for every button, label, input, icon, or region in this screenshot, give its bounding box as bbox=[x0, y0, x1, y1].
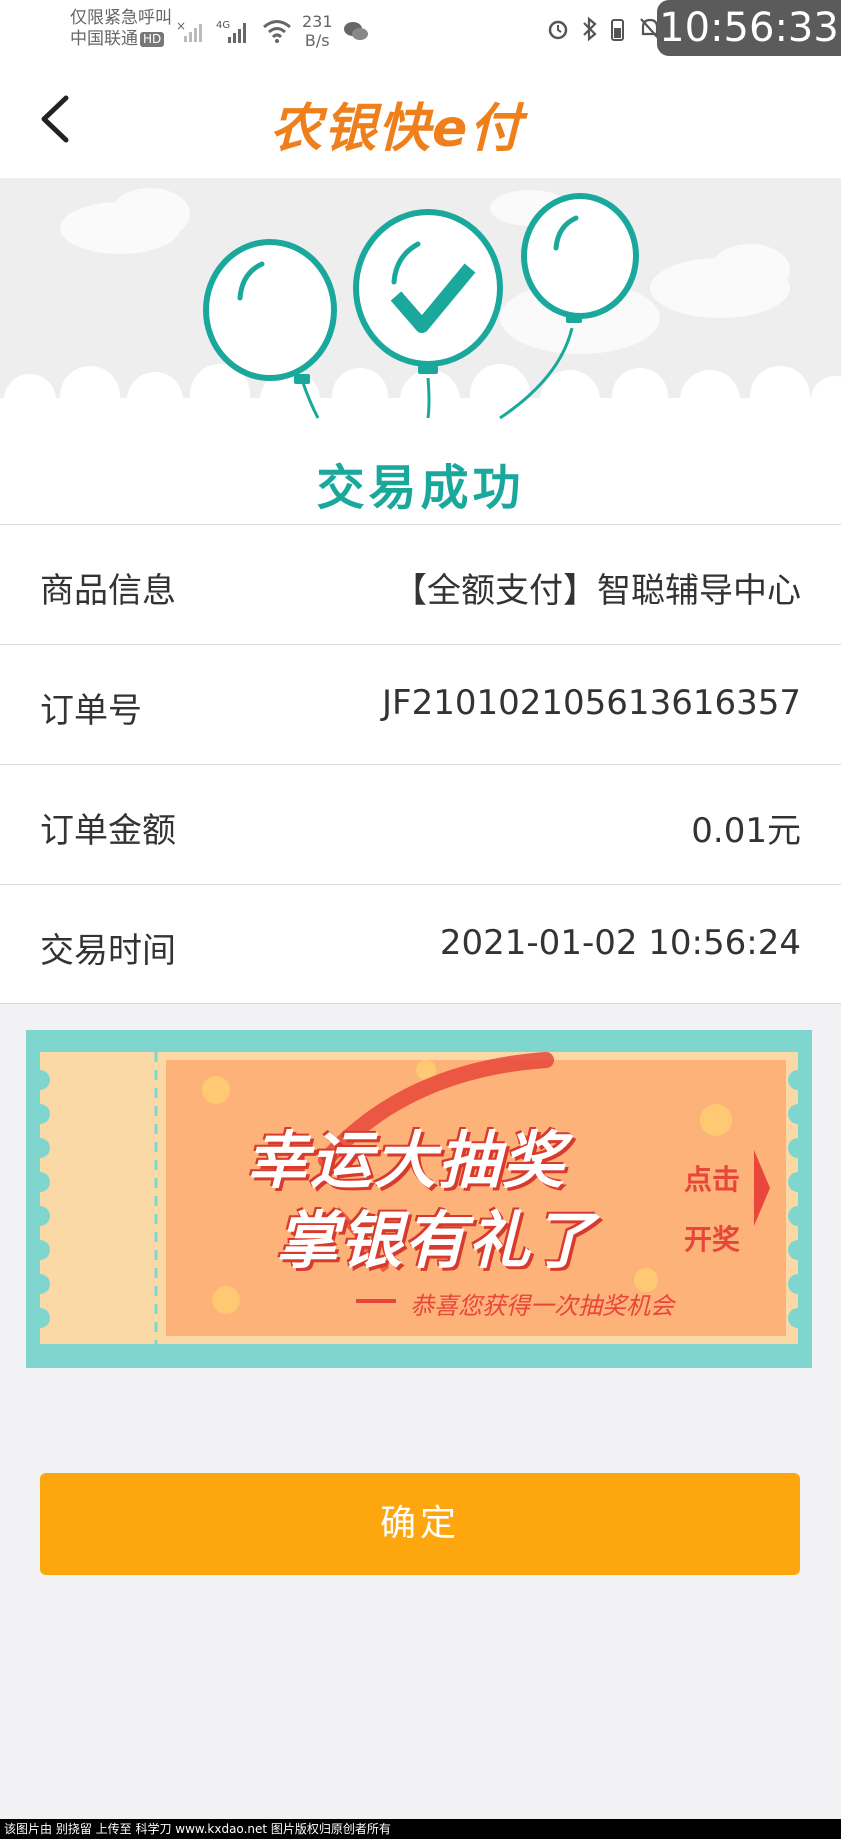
network-speed: 231 B/s bbox=[302, 12, 333, 50]
vibrate-battery-icon bbox=[611, 19, 624, 41]
success-hero: 交易成功 bbox=[0, 178, 841, 524]
hd-badge: HD bbox=[140, 31, 165, 47]
app-header: 农银快e付 bbox=[0, 58, 841, 178]
balloon-center bbox=[353, 209, 503, 374]
detail-row-order-no: 订单号 JF21010210561361635​7 bbox=[0, 644, 841, 764]
lottery-banner[interactable]: 幸运大抽奖 掌银有礼了 恭喜您获得一次抽奖机会 点击 开奖 bbox=[26, 1030, 812, 1368]
speed-unit: B/s bbox=[304, 31, 330, 50]
wifi-icon bbox=[263, 20, 291, 43]
detail-value: 【全额支付】智聪辅导中心 bbox=[393, 571, 801, 611]
detail-row-product: 商品信息 【全额支付】智聪辅导中心 bbox=[0, 524, 841, 644]
signal-off-icon: × bbox=[176, 19, 202, 42]
speed-value: 231 bbox=[302, 12, 333, 31]
order-details: 商品信息 【全额支付】智聪辅导中心 订单号 JF2101021056136163… bbox=[0, 524, 841, 1004]
lottery-title-line2: 掌银有礼了 bbox=[276, 1204, 597, 1277]
lottery-cta-line1: 点击 bbox=[684, 1163, 741, 1196]
detail-label: 订单金额 bbox=[40, 811, 176, 851]
status-icons-left: × 4G 231 B/s bbox=[176, 12, 369, 50]
lottery-title-line1: 幸运大抽奖 bbox=[246, 1124, 567, 1197]
wechat-icon bbox=[343, 22, 368, 40]
status-bar: 仅限紧急呼叫 中国联通 HD × 4G 231 B/s 10:56:33 bbox=[0, 0, 841, 58]
watermark-footer: 该图片由 别挠留 上传至 科学刀 www.kxdao.net 图片版权归原创者所… bbox=[0, 1819, 841, 1839]
lottery-subtitle: 恭喜您获得一次抽奖机会 bbox=[410, 1292, 674, 1320]
success-title: 交易成功 bbox=[316, 460, 525, 516]
carrier-line1: 仅限紧急呼叫 bbox=[70, 8, 172, 28]
back-arrow-icon[interactable] bbox=[36, 94, 76, 144]
balloon-left bbox=[203, 239, 337, 384]
detail-value: 0.01元 bbox=[691, 811, 801, 851]
bluetooth-icon bbox=[583, 16, 597, 42]
svg-text:×: × bbox=[176, 19, 186, 33]
payment-result-page: 仅限紧急呼叫 中国联通 HD × 4G 231 B/s 10:56:33 农银快… bbox=[0, 0, 841, 1839]
signal-4g-icon: 4G bbox=[216, 20, 246, 43]
carrier-line2-wrap: 中国联通 HD bbox=[70, 29, 172, 50]
carrier-info: 仅限紧急呼叫 中国联通 HD bbox=[70, 8, 172, 50]
balloons-illustration bbox=[0, 188, 841, 438]
network-label: 4G bbox=[216, 20, 230, 31]
detail-value: JF21010210561361635​7 bbox=[382, 683, 801, 723]
detail-row-time: 交易时间 2021-01-02 10:56:24 bbox=[0, 884, 841, 1004]
cloud-edge bbox=[0, 364, 841, 438]
detail-label: 交易时间 bbox=[40, 931, 176, 971]
detail-label: 订单号 bbox=[40, 691, 142, 731]
app-logo: 农银快e付 bbox=[270, 99, 524, 159]
alarm-icon bbox=[548, 20, 568, 40]
detail-value: 2021-01-02 10:56:24 bbox=[439, 923, 801, 963]
lottery-cta[interactable]: 点击 开奖 bbox=[684, 1150, 740, 1270]
confirm-button[interactable]: 确定 bbox=[40, 1473, 800, 1575]
detail-label: 商品信息 bbox=[40, 571, 176, 611]
status-time: 10:56:33 bbox=[657, 0, 841, 56]
carrier-line2: 中国联通 bbox=[70, 29, 138, 49]
lottery-cta-line2: 开奖 bbox=[684, 1223, 741, 1256]
detail-row-amount: 订单金额 0.01元 bbox=[0, 764, 841, 884]
